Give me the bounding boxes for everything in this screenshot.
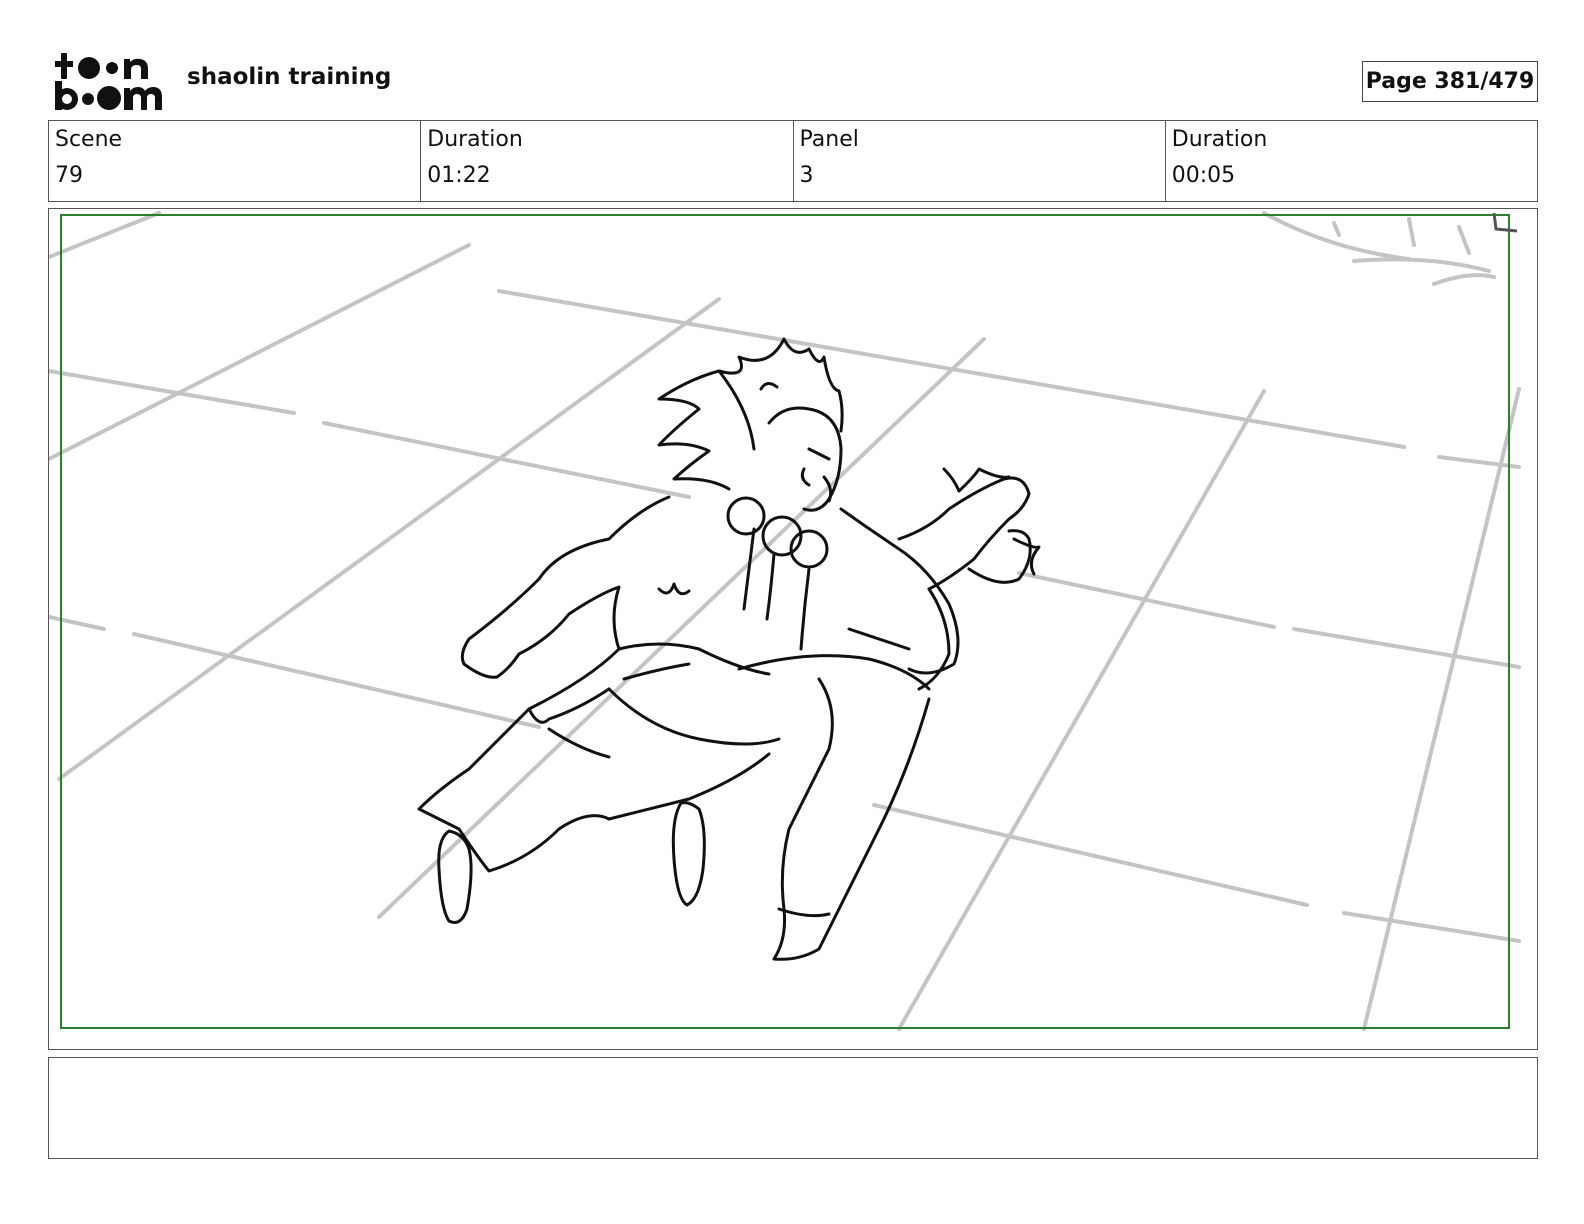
panel-cell: Panel 3 [794,121,1166,201]
character-sketch [417,337,1041,961]
panel-duration-cell: Duration 00:05 [1166,121,1537,201]
panel-notes-box [48,1057,1538,1159]
scene-info-table: Scene 79 Duration 01:22 Panel 3 Duration… [48,120,1538,202]
storyboard-panel [48,208,1538,1050]
scene-duration-value: 01:22 [427,163,491,188]
scene-cell: Scene 79 [49,121,422,201]
toon-boom-logo [52,50,164,112]
scene-label: Scene [55,127,123,152]
page-indicator: Page 381/479 [1362,61,1538,102]
panel-duration-value: 00:05 [1171,163,1236,188]
panel-value: 3 [799,163,814,188]
panel-label: Panel [799,127,859,152]
scene-value: 79 [55,163,83,188]
scene-duration-label: Duration [427,127,523,152]
panel-sketch [49,211,1521,1031]
document-title: shaolin training [187,64,392,90]
panel-duration-label: Duration [1171,127,1268,152]
scene-duration-cell: Duration 01:22 [421,121,794,201]
